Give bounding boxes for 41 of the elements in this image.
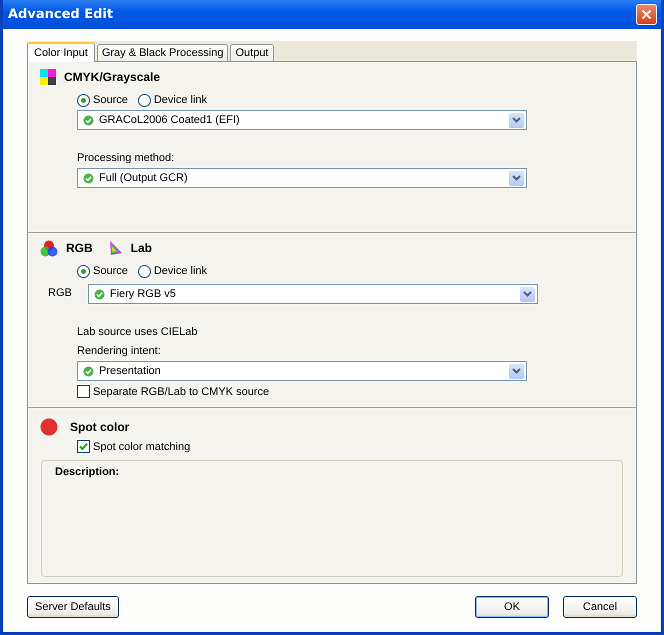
- close-icon: [641, 9, 652, 20]
- status-check-icon: [94, 288, 105, 300]
- description-label: Description:: [55, 466, 120, 478]
- checkbox[interactable]: [77, 385, 90, 398]
- radio-button[interactable]: [138, 264, 151, 278]
- radio-button[interactable]: [77, 94, 90, 106]
- window-title: Advanced Edit: [8, 7, 114, 22]
- section-heading: RGB: [66, 241, 93, 255]
- field-label: Rendering intent:: [77, 345, 162, 359]
- rgb-circles-icon: [40, 240, 58, 256]
- info-text: Lab source uses CIELab: [77, 326, 198, 340]
- radio-label: Device link: [154, 265, 208, 277]
- dialog-button[interactable]: OK: [475, 596, 549, 618]
- field-label: Processing method:: [77, 152, 176, 166]
- radio-label: Device link: [154, 94, 208, 106]
- checkbox[interactable]: [77, 440, 90, 453]
- status-check-icon: [83, 172, 94, 184]
- radio-button[interactable]: [138, 94, 151, 106]
- profile-dropdown[interactable]: Fiery RGB v5: [88, 284, 538, 304]
- profile-dropdown[interactable]: Presentation: [77, 361, 527, 381]
- profile-dropdown[interactable]: Full (Output GCR): [77, 168, 527, 188]
- dialog-button[interactable]: Server Defaults: [27, 596, 119, 618]
- tab[interactable]: Color Input: [27, 42, 95, 62]
- checkbox-label: Spot color matching: [93, 440, 190, 452]
- spot-circle-icon: [40, 418, 58, 436]
- close-button[interactable]: [636, 4, 657, 25]
- tab[interactable]: Gray & Black Processing: [96, 44, 228, 61]
- section-heading: Spot color: [70, 420, 130, 434]
- status-check-icon: [83, 114, 94, 126]
- radio-label: Source: [93, 94, 128, 106]
- status-check-icon: [83, 366, 94, 376]
- field-label: RGB: [48, 287, 72, 299]
- checkbox-label: Separate RGB/Lab to CMYK source: [93, 386, 270, 398]
- section-heading: CMYK/Grayscale: [64, 70, 160, 84]
- tab[interactable]: Output: [230, 44, 274, 61]
- profile-dropdown[interactable]: GRACoL2006 Coated1 (EFI): [77, 110, 527, 130]
- cmyk-squares-icon: [40, 69, 56, 85]
- radio-button[interactable]: [77, 264, 90, 278]
- section-heading: Lab: [130, 241, 152, 255]
- dialog-button[interactable]: Cancel: [563, 596, 637, 618]
- radio-label: Source: [93, 265, 128, 277]
